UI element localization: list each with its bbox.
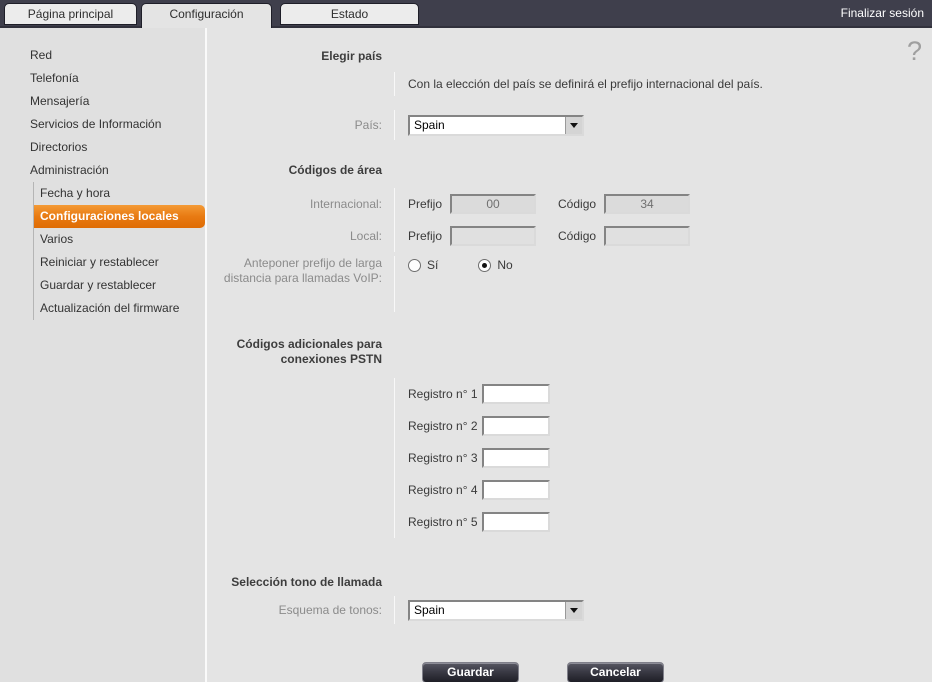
section-title-tono-llamada: Selección tono de llamada	[207, 575, 394, 590]
main-content: ? Elegir país Con la elección del país s…	[207, 28, 932, 682]
country-label: País:	[207, 118, 394, 133]
radio-no-label: No	[497, 258, 512, 272]
radio-si-label: Sí	[427, 258, 438, 272]
section-title-codigos-de-area: Códigos de área	[207, 163, 394, 178]
sidebar-item-reiniciar[interactable]: Reiniciar y restablecer	[34, 251, 205, 274]
international-label: Internacional:	[207, 197, 394, 212]
logout-link[interactable]: Finalizar sesión	[841, 6, 924, 20]
intl-code-label: Código	[558, 197, 596, 211]
tab-pagina-principal[interactable]: Página principal	[4, 3, 137, 25]
local-prefix-label: Prefijo	[408, 229, 442, 243]
registro-3-label: Registro n° 3	[408, 451, 478, 465]
registro-1-label: Registro n° 1	[408, 387, 478, 401]
chevron-down-icon[interactable]	[565, 602, 582, 619]
registro-4-label: Registro n° 4	[408, 483, 478, 497]
intl-code-input	[604, 194, 690, 214]
sidebar-item-fecha-y-hora[interactable]: Fecha y hora	[34, 182, 205, 205]
sidebar-item-telefonia[interactable]: Telefonía	[0, 67, 205, 90]
registro-4-input[interactable]	[482, 480, 550, 500]
local-code-input[interactable]	[604, 226, 690, 246]
registro-3-input[interactable]	[482, 448, 550, 468]
intl-prefix-label: Prefijo	[408, 197, 442, 211]
cancel-button[interactable]: Cancelar	[567, 662, 664, 682]
sidebar-item-red[interactable]: Red	[0, 44, 205, 67]
registro-2-label: Registro n° 2	[408, 419, 478, 433]
tone-scheme-label: Esquema de tonos:	[207, 603, 394, 618]
country-select[interactable]: Spain	[408, 115, 584, 136]
local-label: Local:	[207, 229, 394, 244]
app-window: Página principal Configuración Estado Fi…	[0, 0, 932, 682]
sidebar-item-actualizacion-firmware[interactable]: Actualización del firmware	[34, 297, 205, 320]
intl-prefix-input	[450, 194, 536, 214]
voip-prefix-label: Anteponer prefijo de larga distancia par…	[207, 256, 394, 286]
tone-scheme-select[interactable]: Spain	[408, 600, 584, 621]
local-code-label: Código	[558, 229, 596, 243]
radio-unchecked-icon[interactable]	[408, 259, 421, 272]
local-prefix-input[interactable]	[450, 226, 536, 246]
radio-checked-icon[interactable]	[478, 259, 491, 272]
top-tab-bar: Página principal Configuración Estado Fi…	[0, 0, 932, 28]
sidebar-item-guardar-restablecer[interactable]: Guardar y restablecer	[34, 274, 205, 297]
sidebar-item-configuraciones-locales[interactable]: Configuraciones locales	[34, 205, 205, 228]
sidebar-item-servicios[interactable]: Servicios de Información	[0, 113, 205, 136]
section-title-pstn: Códigos adicionales para conexiones PSTN	[207, 337, 394, 367]
registro-1-input[interactable]	[482, 384, 550, 404]
tab-estado[interactable]: Estado	[280, 3, 419, 25]
sidebar-item-mensajeria[interactable]: Mensajería	[0, 90, 205, 113]
save-button[interactable]: Guardar	[422, 662, 519, 682]
registro-2-input[interactable]	[482, 416, 550, 436]
sidebar-admin-submenu: Fecha y hora Configuraciones locales Var…	[33, 182, 205, 320]
sidebar-item-directorios[interactable]: Directorios	[0, 136, 205, 159]
sidebar-nav: Red Telefonía Mensajería Servicios de In…	[0, 28, 207, 682]
chevron-down-icon[interactable]	[565, 117, 582, 134]
tab-configuracion[interactable]: Configuración	[141, 3, 272, 28]
section-title-elegir-pais: Elegir país	[207, 49, 394, 64]
radio-voip-no[interactable]: No	[478, 258, 512, 272]
help-icon[interactable]: ?	[907, 38, 922, 64]
country-select-value: Spain	[410, 117, 565, 134]
tone-scheme-value: Spain	[410, 602, 565, 619]
sidebar-item-administracion[interactable]: Administración	[0, 159, 205, 182]
registro-5-input[interactable]	[482, 512, 550, 532]
country-description: Con la elección del país se definirá el …	[408, 77, 763, 91]
sidebar-item-varios[interactable]: Varios	[34, 228, 205, 251]
radio-voip-si[interactable]: Sí	[408, 258, 438, 272]
registro-5-label: Registro n° 5	[408, 515, 478, 529]
